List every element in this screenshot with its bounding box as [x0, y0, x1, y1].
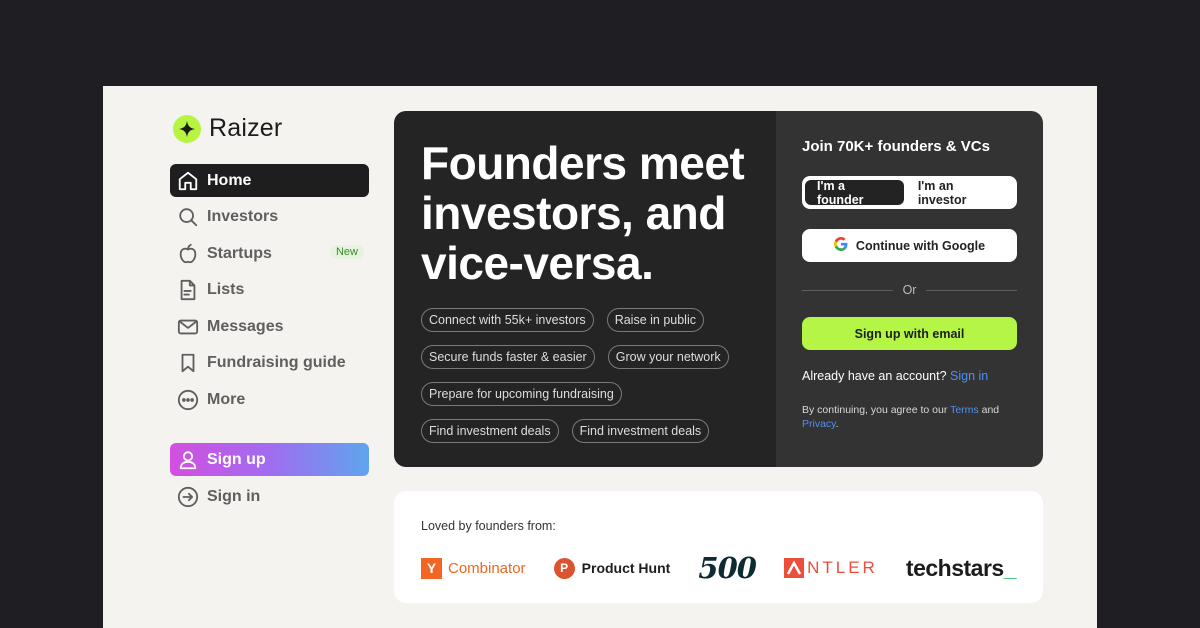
- page: Raizer Home Investors Startups New Lists…: [103, 86, 1097, 628]
- document-icon: [177, 279, 199, 301]
- sidebar-item-startups[interactable]: Startups New: [170, 237, 369, 270]
- feature-chip: Grow your network: [607, 345, 729, 369]
- feature-chip: Raise in public: [606, 308, 704, 332]
- divider-line: [926, 289, 1018, 291]
- sidebar-item-label: Investors: [207, 208, 279, 226]
- sidebar-item-messages[interactable]: Messages: [170, 310, 369, 343]
- hero-card: Founders meet investors, and vice-versa.…: [394, 111, 1043, 467]
- antler-logo: NTLER: [784, 558, 878, 578]
- legal-notice: By continuing, you agree to our Terms an…: [802, 403, 1017, 431]
- techstars-text: techstars: [905, 554, 1004, 581]
- search-icon: [177, 206, 199, 228]
- have-account-label: Already have an account?: [802, 369, 947, 383]
- techstars-logo: techstars_: [905, 554, 1017, 582]
- feature-chips: Connect with 55k+ investors Raise in pub…: [421, 308, 771, 443]
- hero-headline: Founders meet investors, and vice-versa.: [421, 137, 745, 289]
- sidebar-item-more[interactable]: More: [170, 384, 369, 417]
- apple-icon: [177, 243, 199, 265]
- continue-with-google-button[interactable]: Continue with Google: [802, 229, 1017, 262]
- new-badge: New: [329, 245, 364, 260]
- legal-period: .: [835, 418, 839, 430]
- sidebar-auth: Sign up Sign in: [170, 443, 369, 517]
- y-combinator-mark: Y: [421, 557, 442, 579]
- sidebar-item-fundraising-guide[interactable]: Fundraising guide: [170, 347, 369, 380]
- sidebar-item-label: Home: [207, 171, 252, 189]
- divider-line: [802, 289, 893, 291]
- antler-text: NTLER: [807, 558, 878, 577]
- sidebar-item-lists[interactable]: Lists: [170, 274, 369, 307]
- role-toggle: I'm a founder I'm an investor: [802, 176, 1017, 209]
- or-label: Or: [902, 283, 917, 297]
- sidebar-item-label: Lists: [207, 281, 245, 299]
- sidebar-item-label: Fundraising guide: [207, 354, 346, 372]
- feature-chip: Find investment deals: [571, 419, 710, 443]
- product-hunt-logo: P Product Hunt: [553, 557, 671, 579]
- partner-logos: Y Combinator P Product Hunt 500 NTLER te…: [421, 551, 1017, 585]
- antler-mark: [784, 558, 805, 578]
- sign-in-label: Sign in: [207, 487, 261, 505]
- feature-chip: Find investment deals: [421, 419, 559, 443]
- sign-in-link[interactable]: Sign in: [950, 369, 988, 383]
- legal-prefix: By continuing, you agree to our: [802, 404, 948, 416]
- mail-icon: [177, 316, 199, 338]
- legal-and: and: [981, 404, 1000, 416]
- 500-logo: 500: [698, 551, 757, 585]
- terms-link[interactable]: Terms: [950, 404, 979, 416]
- brand-name: Raizer: [209, 114, 283, 142]
- sign-up-button[interactable]: Sign up: [170, 443, 369, 476]
- product-hunt-mark: P: [553, 557, 575, 579]
- hero-pitch: Founders meet investors, and vice-versa.…: [394, 111, 776, 467]
- google-icon: [833, 237, 848, 254]
- y-combinator-logo: Y Combinator: [421, 557, 526, 579]
- privacy-link[interactable]: Privacy: [802, 418, 836, 430]
- sidebar-item-label: More: [207, 391, 246, 409]
- sidebar-item-label: Messages: [207, 317, 284, 335]
- feature-chip: Prepare for upcoming fundraising: [421, 382, 622, 406]
- loved-by-title: Loved by founders from:: [421, 519, 556, 533]
- product-hunt-text: Product Hunt: [581, 560, 671, 576]
- founder-role-button[interactable]: I'm a founder: [805, 179, 904, 207]
- sign-in-icon: [177, 486, 199, 508]
- home-icon: [177, 170, 199, 192]
- signup-title: Join 70K+ founders & VCs: [802, 138, 990, 155]
- sidebar-item-home[interactable]: Home: [170, 164, 369, 197]
- loved-by-section: Loved by founders from: Y Combinator P P…: [394, 491, 1043, 603]
- feature-chip: Secure funds faster & easier: [421, 345, 595, 369]
- techstars-mark: _: [1003, 554, 1017, 581]
- sidebar-item-label: Startups: [207, 244, 272, 262]
- bookmark-icon: [177, 352, 199, 374]
- sign-up-with-email-button[interactable]: Sign up with email: [802, 317, 1017, 350]
- sign-up-label: Sign up: [207, 450, 266, 468]
- google-button-label: Continue with Google: [855, 238, 986, 253]
- signup-panel: Join 70K+ founders & VCs I'm a founder I…: [776, 111, 1043, 467]
- sign-in-button[interactable]: Sign in: [170, 480, 369, 513]
- have-account-text: Already have an account? Sign in: [802, 369, 1017, 383]
- y-combinator-text: Combinator: [448, 559, 526, 577]
- sidebar-nav: Home Investors Startups New Lists Messag…: [170, 164, 369, 420]
- sidebar-item-investors[interactable]: Investors: [170, 201, 369, 234]
- user-icon: [177, 449, 199, 471]
- or-divider: Or: [802, 283, 1018, 297]
- sparkle-icon: [173, 114, 201, 143]
- feature-chip: Connect with 55k+ investors: [421, 308, 594, 332]
- brand[interactable]: Raizer: [173, 114, 282, 143]
- investor-role-button[interactable]: I'm an investor: [906, 179, 1014, 207]
- more-icon: [177, 389, 199, 411]
